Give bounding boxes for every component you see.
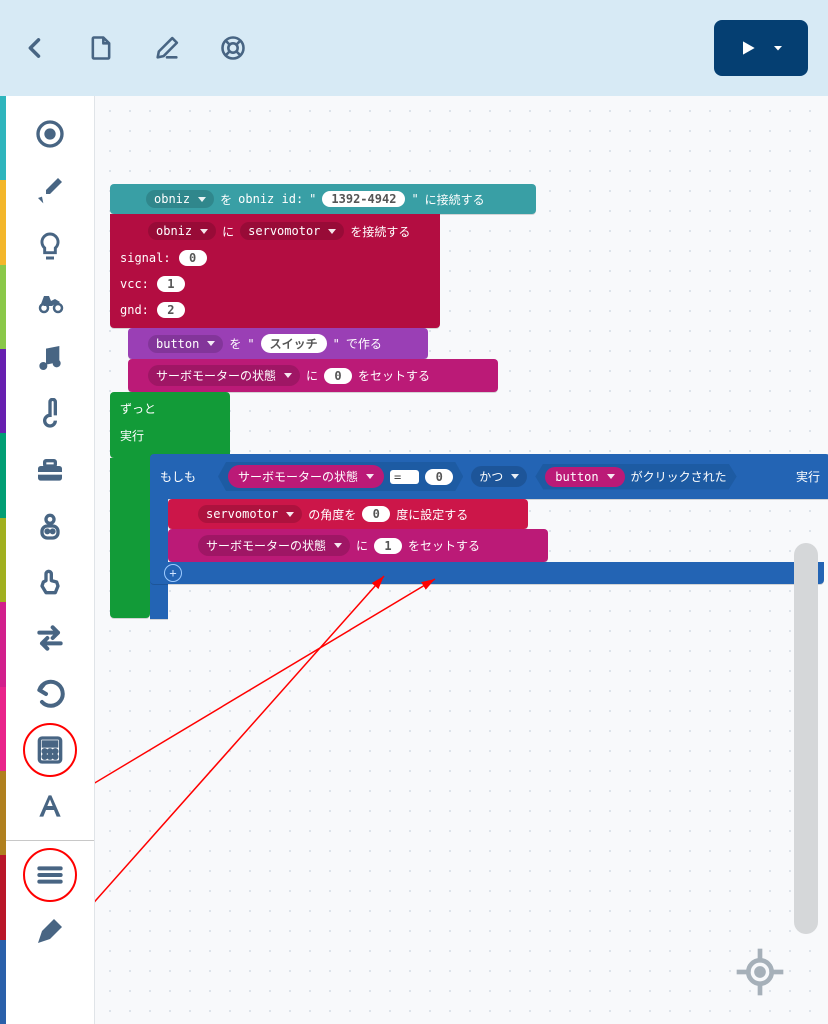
label-ni2: に	[306, 367, 318, 384]
category-calc-icon[interactable]	[22, 722, 78, 778]
pin-label: signal:	[120, 251, 171, 265]
toolbox-divider	[6, 840, 94, 841]
chevron-down-icon	[772, 42, 784, 54]
label-obniz-id: obniz id:	[238, 192, 303, 206]
label-setvar2-tail: をセットする	[408, 537, 480, 554]
category-touch-icon[interactable]	[22, 554, 78, 610]
category-motor-icon[interactable]	[22, 274, 78, 330]
category-kit-icon[interactable]	[22, 442, 78, 498]
pin-label: gnd:	[120, 303, 149, 317]
pin-value[interactable]: 1	[157, 276, 185, 292]
help-button[interactable]	[218, 33, 248, 63]
pin-label: vcc:	[120, 277, 149, 291]
label-if: もしも	[160, 468, 196, 485]
label-wo: を	[220, 191, 232, 208]
block-set-variable[interactable]: サーボモーターの状態 に 0 をセットする	[128, 359, 498, 392]
edit-button[interactable]	[152, 33, 182, 63]
var-button[interactable]: button	[148, 335, 223, 353]
back-button[interactable]	[20, 33, 50, 63]
label-clicked: がクリックされた	[631, 468, 727, 485]
label-wire-tail: を接続する	[350, 223, 410, 240]
pin-value[interactable]: 0	[179, 250, 207, 266]
field-button-text[interactable]: スイッチ	[261, 334, 327, 353]
block-forever[interactable]: ずっと 実行	[110, 392, 230, 458]
block-if[interactable]: もしも サーボモーターの状態 = 0 かつ button がクリックされた 実行	[150, 454, 828, 499]
label-wo2: を	[229, 335, 241, 352]
var-obniz2[interactable]: obniz	[148, 222, 216, 240]
var-servo-state3[interactable]: サーボモーターの状態	[198, 535, 350, 556]
label-angle-mid: の角度を	[308, 506, 356, 523]
category-ai-icon[interactable]	[22, 498, 78, 554]
hex-button-clicked[interactable]: button がクリックされた	[535, 464, 736, 490]
var-servomotor[interactable]: servomotor	[240, 222, 344, 240]
category-sensor-icon[interactable]	[22, 386, 78, 442]
hex-compare[interactable]: サーボモーターの状態 = 0	[218, 462, 463, 491]
label-exec: 実行	[120, 429, 144, 443]
block-stack[interactable]: obniz を obniz id: "1392-4942" に接続する obni…	[110, 184, 828, 584]
label-angle-tail: 度に設定する	[396, 506, 468, 523]
block-set-variable-2[interactable]: サーボモーターの状態 に 1 をセットする	[168, 529, 548, 562]
vertical-scrollbar[interactable]	[794, 543, 818, 934]
block-servo-angle[interactable]: servomotor の角度を 0 度に設定する	[168, 499, 528, 529]
pin-value[interactable]: 2	[157, 302, 185, 318]
block-wire-servo[interactable]: obniz に servomotor を接続する signal: 0 vcc: 1 gn…	[110, 214, 440, 328]
label-button-tail: で作る	[346, 335, 382, 352]
category-idea-icon[interactable]	[22, 218, 78, 274]
label-ni3: に	[356, 537, 368, 554]
label-setvar-tail: をセットする	[358, 367, 430, 384]
top-toolbar	[0, 0, 828, 97]
annotation-circle-calc	[23, 723, 77, 777]
op-and[interactable]: かつ	[471, 466, 527, 487]
label-if-exec: 実行	[796, 468, 820, 485]
field-setvar2-val[interactable]: 1	[374, 538, 402, 554]
category-menu-icon[interactable]	[22, 847, 78, 903]
var-servo-state2[interactable]: サーボモーターの状態	[228, 465, 384, 488]
category-text-icon[interactable]	[22, 778, 78, 834]
category-swap-icon[interactable]	[22, 610, 78, 666]
field-cmp-val[interactable]: 0	[425, 469, 453, 485]
var-servo-state[interactable]: サーボモーターの状態	[148, 365, 300, 386]
category-record-icon[interactable]	[22, 106, 78, 162]
category-pen-icon[interactable]	[22, 903, 78, 959]
block-make-button[interactable]: button を "スイッチ" で作る	[128, 328, 428, 359]
block-if-footer[interactable]: +	[150, 562, 824, 584]
annotation-circle-menu	[23, 848, 77, 902]
block-obniz-connect[interactable]: obniz を obniz id: "1392-4942" に接続する	[110, 184, 536, 214]
new-file-button[interactable]	[86, 33, 116, 63]
label-ni: に	[222, 223, 234, 240]
var-servomotor2[interactable]: servomotor	[198, 505, 302, 523]
add-branch-icon[interactable]: +	[164, 564, 182, 582]
field-setvar-val[interactable]: 0	[324, 368, 352, 384]
op-equals[interactable]: =	[390, 470, 419, 484]
field-obniz-id[interactable]: 1392-4942	[322, 191, 405, 207]
var-obniz[interactable]: obniz	[146, 190, 214, 208]
label-forever: ずっと	[120, 400, 220, 417]
var-button2[interactable]: button	[545, 467, 624, 487]
category-icons	[6, 96, 95, 1024]
category-build-icon[interactable]	[22, 162, 78, 218]
left-toolbox	[0, 96, 95, 1024]
field-angle-val[interactable]: 0	[362, 506, 390, 522]
recenter-button[interactable]	[732, 944, 788, 1004]
category-sound-icon[interactable]	[22, 330, 78, 386]
label-connect-tail: に接続する	[425, 191, 485, 208]
run-button[interactable]	[714, 20, 808, 76]
category-undo-icon[interactable]	[22, 666, 78, 722]
workspace-canvas[interactable]: obniz を obniz id: "1392-4942" に接続する obni…	[95, 96, 828, 1024]
